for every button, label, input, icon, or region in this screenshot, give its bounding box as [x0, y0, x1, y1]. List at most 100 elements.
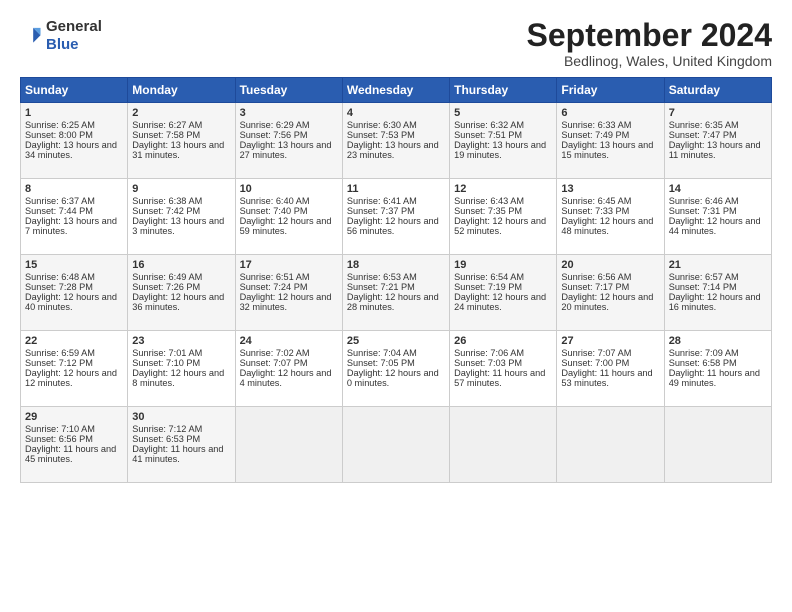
- daylight: Daylight: 12 hours and 52 minutes.: [454, 216, 546, 236]
- day-number: 2: [132, 107, 230, 119]
- logo-icon: [20, 25, 42, 47]
- daylight: Daylight: 13 hours and 34 minutes.: [25, 140, 117, 160]
- day-number: 6: [561, 107, 659, 119]
- sunrise: Sunrise: 6:33 AM: [561, 120, 631, 130]
- daylight: Daylight: 12 hours and 4 minutes.: [240, 368, 332, 388]
- sunrise: Sunrise: 7:02 AM: [240, 348, 310, 358]
- day-number: 14: [669, 183, 767, 195]
- daylight: Daylight: 12 hours and 8 minutes.: [132, 368, 224, 388]
- calendar-week-2: 8Sunrise: 6:37 AMSunset: 7:44 PMDaylight…: [21, 179, 772, 255]
- table-row: 3Sunrise: 6:29 AMSunset: 7:56 PMDaylight…: [235, 103, 342, 179]
- sunset: Sunset: 7:28 PM: [25, 282, 93, 292]
- sunset: Sunset: 6:56 PM: [25, 434, 93, 444]
- sunset: Sunset: 7:17 PM: [561, 282, 629, 292]
- sunset: Sunset: 7:56 PM: [240, 130, 308, 140]
- col-tuesday: Tuesday: [235, 78, 342, 103]
- sunset: Sunset: 8:00 PM: [25, 130, 93, 140]
- sunset: Sunset: 7:26 PM: [132, 282, 200, 292]
- sunrise: Sunrise: 6:29 AM: [240, 120, 310, 130]
- day-number: 8: [25, 183, 123, 195]
- table-row: 9Sunrise: 6:38 AMSunset: 7:42 PMDaylight…: [128, 179, 235, 255]
- sunset: Sunset: 7:49 PM: [561, 130, 629, 140]
- daylight: Daylight: 13 hours and 15 minutes.: [561, 140, 653, 160]
- table-row: 2Sunrise: 6:27 AMSunset: 7:58 PMDaylight…: [128, 103, 235, 179]
- table-row: 7Sunrise: 6:35 AMSunset: 7:47 PMDaylight…: [664, 103, 771, 179]
- daylight: Daylight: 13 hours and 31 minutes.: [132, 140, 224, 160]
- day-number: 23: [132, 335, 230, 347]
- table-row: 4Sunrise: 6:30 AMSunset: 7:53 PMDaylight…: [342, 103, 449, 179]
- sunrise: Sunrise: 6:27 AM: [132, 120, 202, 130]
- col-sunday: Sunday: [21, 78, 128, 103]
- daylight: Daylight: 12 hours and 56 minutes.: [347, 216, 439, 236]
- logo-general: General: [46, 18, 102, 35]
- day-number: 26: [454, 335, 552, 347]
- daylight: Daylight: 12 hours and 32 minutes.: [240, 292, 332, 312]
- sunrise: Sunrise: 6:25 AM: [25, 120, 95, 130]
- day-number: 1: [25, 107, 123, 119]
- sunset: Sunset: 7:21 PM: [347, 282, 415, 292]
- sunset: Sunset: 7:42 PM: [132, 206, 200, 216]
- table-row: [557, 407, 664, 483]
- sunset: Sunset: 7:05 PM: [347, 358, 415, 368]
- table-row: 21Sunrise: 6:57 AMSunset: 7:14 PMDayligh…: [664, 255, 771, 331]
- table-row: [664, 407, 771, 483]
- day-number: 7: [669, 107, 767, 119]
- sunrise: Sunrise: 6:35 AM: [669, 120, 739, 130]
- sunset: Sunset: 7:35 PM: [454, 206, 522, 216]
- table-row: 25Sunrise: 7:04 AMSunset: 7:05 PMDayligh…: [342, 331, 449, 407]
- sunrise: Sunrise: 7:09 AM: [669, 348, 739, 358]
- day-number: 27: [561, 335, 659, 347]
- daylight: Daylight: 11 hours and 45 minutes.: [25, 444, 116, 464]
- sunset: Sunset: 6:58 PM: [669, 358, 737, 368]
- table-row: 16Sunrise: 6:49 AMSunset: 7:26 PMDayligh…: [128, 255, 235, 331]
- day-number: 21: [669, 259, 767, 271]
- sunrise: Sunrise: 7:04 AM: [347, 348, 417, 358]
- sunset: Sunset: 7:40 PM: [240, 206, 308, 216]
- daylight: Daylight: 12 hours and 44 minutes.: [669, 216, 761, 236]
- daylight: Daylight: 12 hours and 12 minutes.: [25, 368, 117, 388]
- daylight: Daylight: 13 hours and 3 minutes.: [132, 216, 224, 236]
- table-row: 17Sunrise: 6:51 AMSunset: 7:24 PMDayligh…: [235, 255, 342, 331]
- daylight: Daylight: 12 hours and 24 minutes.: [454, 292, 546, 312]
- logo-blue: Blue: [46, 36, 79, 53]
- sunset: Sunset: 7:53 PM: [347, 130, 415, 140]
- day-number: 12: [454, 183, 552, 195]
- day-number: 13: [561, 183, 659, 195]
- table-row: 26Sunrise: 7:06 AMSunset: 7:03 PMDayligh…: [450, 331, 557, 407]
- col-monday: Monday: [128, 78, 235, 103]
- table-row: 15Sunrise: 6:48 AMSunset: 7:28 PMDayligh…: [21, 255, 128, 331]
- day-number: 11: [347, 183, 445, 195]
- day-number: 18: [347, 259, 445, 271]
- table-row: 18Sunrise: 6:53 AMSunset: 7:21 PMDayligh…: [342, 255, 449, 331]
- daylight: Daylight: 12 hours and 59 minutes.: [240, 216, 332, 236]
- day-number: 29: [25, 411, 123, 423]
- day-number: 19: [454, 259, 552, 271]
- sunrise: Sunrise: 6:53 AM: [347, 272, 417, 282]
- table-row: 12Sunrise: 6:43 AMSunset: 7:35 PMDayligh…: [450, 179, 557, 255]
- sunrise: Sunrise: 6:45 AM: [561, 196, 631, 206]
- calendar-week-1: 1Sunrise: 6:25 AMSunset: 8:00 PMDaylight…: [21, 103, 772, 179]
- day-number: 10: [240, 183, 338, 195]
- sunset: Sunset: 7:19 PM: [454, 282, 522, 292]
- title-area: September 2024 Bedlinog, Wales, United K…: [527, 18, 772, 69]
- daylight: Daylight: 11 hours and 53 minutes.: [561, 368, 652, 388]
- table-row: [342, 407, 449, 483]
- table-row: 20Sunrise: 6:56 AMSunset: 7:17 PMDayligh…: [557, 255, 664, 331]
- table-row: 6Sunrise: 6:33 AMSunset: 7:49 PMDaylight…: [557, 103, 664, 179]
- sunrise: Sunrise: 6:59 AM: [25, 348, 95, 358]
- sunset: Sunset: 7:03 PM: [454, 358, 522, 368]
- sunrise: Sunrise: 6:40 AM: [240, 196, 310, 206]
- daylight: Daylight: 12 hours and 0 minutes.: [347, 368, 439, 388]
- sunset: Sunset: 7:44 PM: [25, 206, 93, 216]
- sunset: Sunset: 7:51 PM: [454, 130, 522, 140]
- sunset: Sunset: 7:07 PM: [240, 358, 308, 368]
- logo-text: General Blue: [46, 18, 102, 54]
- col-saturday: Saturday: [664, 78, 771, 103]
- day-number: 15: [25, 259, 123, 271]
- sunset: Sunset: 7:24 PM: [240, 282, 308, 292]
- table-row: 5Sunrise: 6:32 AMSunset: 7:51 PMDaylight…: [450, 103, 557, 179]
- table-row: 27Sunrise: 7:07 AMSunset: 7:00 PMDayligh…: [557, 331, 664, 407]
- header-row: Sunday Monday Tuesday Wednesday Thursday…: [21, 78, 772, 103]
- daylight: Daylight: 12 hours and 28 minutes.: [347, 292, 439, 312]
- table-row: [235, 407, 342, 483]
